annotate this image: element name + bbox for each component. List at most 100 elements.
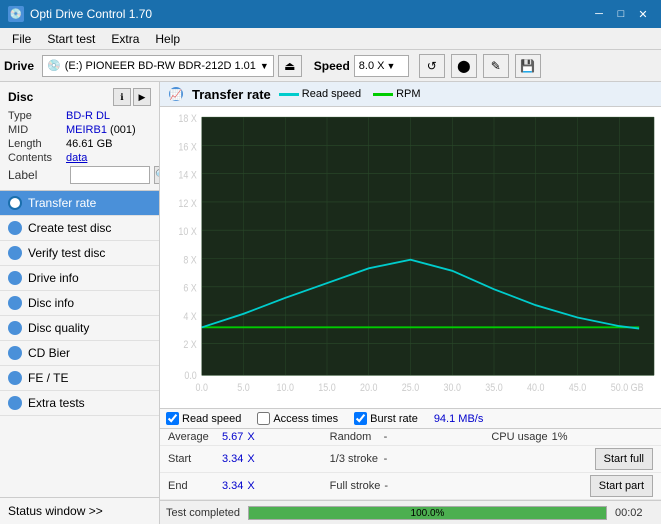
average-label: Average [168,431,218,443]
menu-extra[interactable]: Extra [103,28,147,49]
svg-text:15.0: 15.0 [318,382,336,394]
nav-fe-te[interactable]: FE / TE [0,366,159,391]
nav-quality-label: Disc quality [28,321,89,335]
save-button[interactable]: 💾 [515,54,541,78]
checkbox-read-speed[interactable]: Read speed [166,412,241,425]
close-button[interactable]: ✕ [633,4,653,24]
drive-dropdown-icon: ▼ [260,61,269,71]
speed-label: Speed [314,59,350,73]
type-label: Type [8,110,66,122]
drive-select[interactable]: 💿 (E:) PIONEER BD-RW BDR-212D 1.01 ▼ [42,55,274,77]
checkbox-burst-rate[interactable]: Burst rate [354,412,418,425]
nav-create-test-disc[interactable]: Create test disc [0,216,159,241]
svg-text:0.0: 0.0 [196,382,209,394]
nav-cd-bier[interactable]: CD Bier [0,341,159,366]
status-window-label: Status window >> [8,504,103,518]
length-label: Length [8,138,66,150]
disc-arrow-icon[interactable]: ▶ [133,88,151,106]
cpu-value: 1% [552,431,568,443]
minimize-button[interactable]: ─ [589,4,609,24]
legend-read-speed-label: Read speed [302,88,361,100]
contents-value[interactable]: data [66,152,87,164]
checkbox-access-times[interactable]: Access times [257,412,338,425]
nav-disc-info[interactable]: Disc info [0,291,159,316]
read-speed-label: Read speed [182,413,241,425]
svg-text:25.0: 25.0 [402,382,420,394]
eject-button[interactable]: ⏏ [278,55,302,77]
nav-fete-icon [8,371,22,385]
nav-transfer-rate-label: Transfer rate [28,196,96,210]
nav-transfer-rate[interactable]: Transfer rate [0,191,159,216]
menu-start-test[interactable]: Start test [39,28,103,49]
nav-cdbier-icon [8,346,22,360]
app-title: Opti Drive Control 1.70 [30,7,152,21]
nav-drive-label: Drive info [28,271,79,285]
svg-text:2 X: 2 X [183,339,197,351]
read-speed-checkbox[interactable] [166,412,179,425]
disc-title: Disc [8,90,33,104]
stats-area: Average 5.67 X Random - CPU usage 1% Sta… [160,428,661,500]
sidebar-status: Status window >> [0,497,159,524]
burst-rate-label: Burst rate [370,413,418,425]
nav-create-icon [8,221,22,235]
menu-help[interactable]: Help [147,28,188,49]
sidebar: Disc ℹ ▶ Type BD-R DL MID MEIRB1 (001) L… [0,82,160,524]
disc-info-icon[interactable]: ℹ [113,88,131,106]
mid-label: MID [8,124,66,136]
svg-text:20.0: 20.0 [360,382,378,394]
menubar: File Start test Extra Help [0,28,661,50]
svg-text:10.0: 10.0 [277,382,295,394]
svg-text:8 X: 8 X [183,255,197,267]
chart-legend: Read speed RPM [279,88,421,100]
chart-svg: 18 X 16 X 14 X 12 X 10 X 8 X 6 X 4 X 2 X… [162,111,659,406]
progress-bar: 100.0% [248,506,607,520]
nav-create-label: Create test disc [28,221,111,235]
access-times-checkbox[interactable] [257,412,270,425]
nav-extra-tests[interactable]: Extra tests [0,391,159,416]
nav-disc-info-icon [8,296,22,310]
edit-button[interactable]: ✎ [483,54,509,78]
burst-rate-value: 94.1 MB/s [434,413,484,425]
end-cell: End 3.34 X [168,480,330,492]
menu-file[interactable]: File [4,28,39,49]
nav-disc-info-label: Disc info [28,296,74,310]
burst-rate-checkbox[interactable] [354,412,367,425]
nav-drive-icon [8,271,22,285]
nav-extra-icon [8,396,22,410]
start-part-button[interactable]: Start part [590,475,653,497]
stats-row-2: Start 3.34 X 1/3 stroke - Start full [160,446,661,473]
full-stroke-value: - [384,480,388,492]
chart-header: 📈 Transfer rate Read speed RPM [160,82,661,107]
nav-transfer-rate-icon [8,196,22,210]
type-value: BD-R DL [66,110,110,122]
maximize-button[interactable]: □ [611,4,631,24]
svg-text:10 X: 10 X [178,226,197,238]
access-times-label: Access times [273,413,338,425]
progress-text: 100.0% [249,507,606,521]
mid-value: MEIRB1 (001) [66,124,136,136]
svg-text:18 X: 18 X [178,113,197,125]
nav-extra-label: Extra tests [28,396,85,410]
drive-label: Drive [4,59,34,73]
speed-select[interactable]: 8.0 X ▼ [354,55,409,77]
start-value: 3.34 [222,453,243,465]
disc-panel: Disc ℹ ▶ Type BD-R DL MID MEIRB1 (001) L… [0,82,159,191]
label-input[interactable] [70,166,150,184]
legend-read-speed-color [279,93,299,96]
speed-value: 8.0 X [359,60,385,72]
chart-icon: 📈 [168,86,184,102]
nav-verify-icon [8,246,22,260]
svg-text:35.0: 35.0 [485,382,503,394]
average-cell: Average 5.67 X [168,431,330,443]
average-unit: X [247,431,254,443]
legend-rpm: RPM [373,88,420,100]
nav-verify-test-disc[interactable]: Verify test disc [0,241,159,266]
refresh-button[interactable]: ↺ [419,54,445,78]
label-label: Label [8,168,66,182]
nav-disc-quality[interactable]: Disc quality [0,316,159,341]
record-button[interactable]: ⬤ [451,54,477,78]
stroke-1-3-cell: 1/3 stroke - [330,453,492,465]
status-window-button[interactable]: Status window >> [0,498,159,524]
nav-drive-info[interactable]: Drive info [0,266,159,291]
start-full-button[interactable]: Start full [595,448,653,470]
